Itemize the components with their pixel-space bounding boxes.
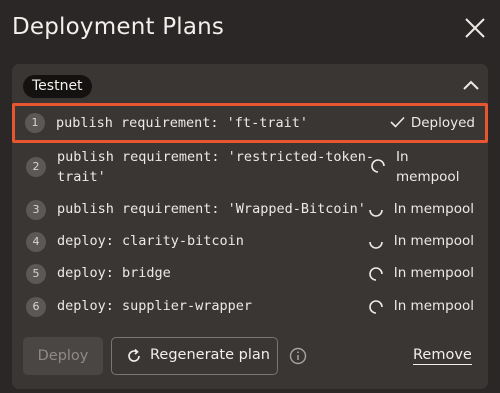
status-text: Deployed <box>410 115 475 131</box>
regenerate-plan-button[interactable]: Regenerate plan <box>111 337 278 375</box>
step-number: 5 <box>26 264 46 284</box>
refresh-icon <box>128 348 140 362</box>
deploy-button[interactable]: Deploy <box>23 337 103 375</box>
step-label-line: trait' <box>57 169 106 185</box>
button-label: Regenerate plan <box>150 347 270 363</box>
loading-spinner-icon <box>371 159 385 173</box>
step-row-4: 4 deploy: clarity-bitcoin In mempool <box>14 227 486 258</box>
loading-spinner-icon <box>369 300 383 314</box>
step-number: 4 <box>26 232 46 252</box>
step-label: publish requirement: 'ft-trait' <box>56 115 308 131</box>
step-number: 6 <box>26 297 46 317</box>
step-label: deploy: supplier-wrapper <box>57 298 253 314</box>
step-row-6: 6 deploy: supplier-wrapper In mempool <box>14 292 486 323</box>
step-row-5: 5 deploy: bridge In mempool <box>14 259 486 290</box>
step-status: In mempool <box>393 233 474 249</box>
step-label: deploy: bridge <box>57 265 171 281</box>
checkmark-icon <box>390 116 405 128</box>
step-number: 1 <box>25 113 45 133</box>
step-number: 2 <box>26 157 46 177</box>
info-icon[interactable] <box>289 347 307 365</box>
step-status: In mempool <box>393 201 474 217</box>
status-text: In <box>396 149 409 165</box>
step-row-3: 3 publish requirement: 'Wrapped-Bitcoin'… <box>14 195 486 226</box>
loading-spinner-icon <box>369 209 383 217</box>
step-label-line: publish requirement: 'restricted-token- <box>57 149 374 165</box>
step-row-1: 1 publish requirement: 'ft-trait' Deploy… <box>12 103 488 143</box>
step-label: publish requirement: 'restricted-token- … <box>57 149 374 185</box>
step-label: publish requirement: 'Wrapped-Bitcoin' <box>57 201 366 217</box>
loading-spinner-icon <box>369 241 383 249</box>
network-badge: Testnet <box>23 75 92 98</box>
step-status: In mempool <box>393 265 474 281</box>
loading-spinner-icon <box>369 267 383 281</box>
step-status: Deployed <box>390 115 475 131</box>
step-number: 3 <box>26 200 46 220</box>
step-row-2: 2 publish requirement: 'restricted-token… <box>14 146 486 190</box>
chevron-up-icon[interactable] <box>462 78 480 92</box>
step-status: In mempool <box>396 149 459 185</box>
page-title: Deployment Plans <box>12 14 225 40</box>
close-icon[interactable] <box>464 17 486 39</box>
status-text: mempool <box>396 169 460 185</box>
remove-link[interactable]: Remove <box>413 347 472 365</box>
step-label: deploy: clarity-bitcoin <box>57 233 244 249</box>
step-status: In mempool <box>393 298 474 314</box>
